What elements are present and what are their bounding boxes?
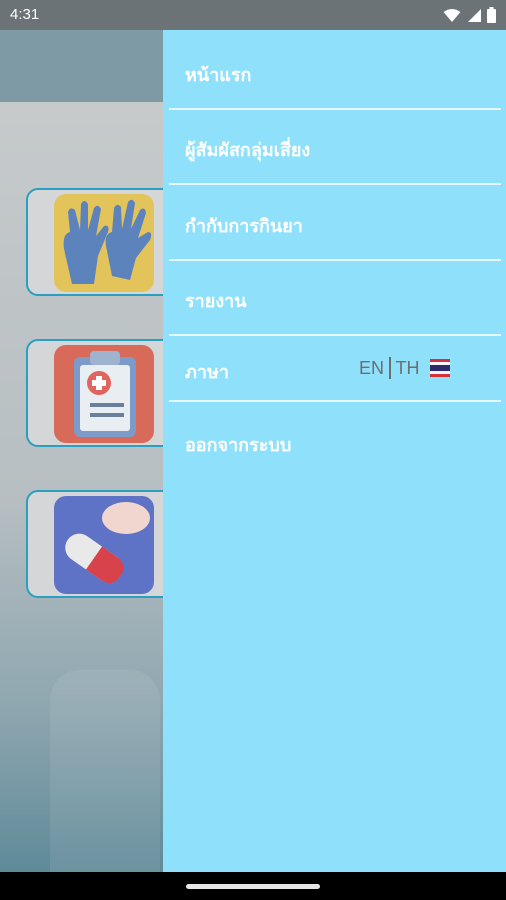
background-figure <box>50 670 160 872</box>
menu-item-home[interactable]: หน้าแรก <box>185 60 251 89</box>
menu-item-language: ภาษา <box>185 362 229 383</box>
menu-item-medication-supervision[interactable]: กำกับการกินยา <box>185 211 303 240</box>
status-time: 4:31 <box>10 6 40 23</box>
signal-icon <box>468 8 481 22</box>
status-bar: 4:31 <box>0 0 506 30</box>
divider <box>169 334 501 336</box>
status-icons <box>443 7 496 23</box>
language-en-option[interactable]: EN <box>359 358 384 379</box>
divider <box>169 400 501 402</box>
language-separator <box>389 357 391 379</box>
menu-item-logout[interactable]: ออกจากระบบ <box>185 430 291 459</box>
divider <box>169 183 501 185</box>
navigation-drawer: หน้าแรก ผู้สัมผัสกลุ่มเสี่ยง กำกับการกิน… <box>163 30 506 872</box>
system-nav-bar <box>0 872 506 900</box>
home-gesture-handle[interactable] <box>186 884 320 889</box>
language-switch: EN TH <box>359 357 450 379</box>
divider <box>169 108 501 110</box>
menu-item-reports[interactable]: รายงาน <box>185 286 247 315</box>
wifi-icon <box>443 8 461 22</box>
gloves-icon <box>54 194 154 292</box>
thai-flag-icon <box>429 359 450 377</box>
pill-capsule-icon <box>54 496 154 594</box>
language-th-option[interactable]: TH <box>396 358 420 379</box>
menu-item-risk-contacts[interactable]: ผู้สัมผัสกลุ่มเสี่ยง <box>185 135 310 164</box>
divider <box>169 259 501 261</box>
medical-clipboard-icon <box>54 345 154 443</box>
battery-icon <box>487 7 496 23</box>
